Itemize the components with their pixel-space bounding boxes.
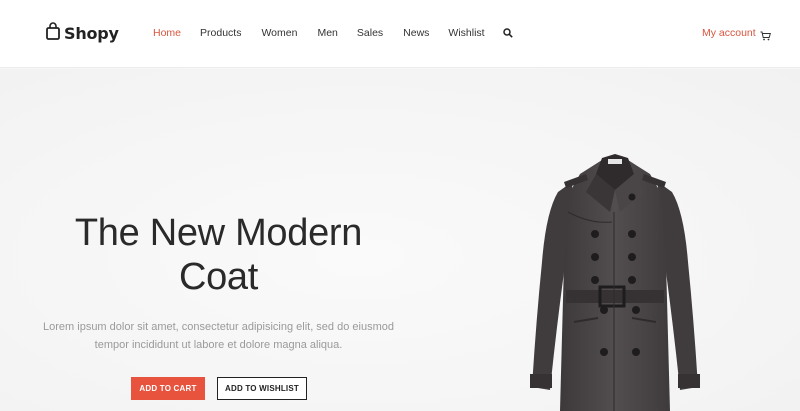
logo[interactable]: Shopy [46,22,119,45]
main-nav: Home Products Women Men Sales News Wishl… [153,27,513,39]
nav-item-women[interactable]: Women [261,27,297,39]
nav-item-news[interactable]: News [403,27,429,39]
shopping-bag-icon [46,22,60,45]
nav-item-products[interactable]: Products [200,27,241,39]
site-header: Shopy Home Products Women Men Sales News… [0,0,800,68]
search-icon[interactable] [502,28,513,38]
nav-item-wishlist[interactable]: Wishlist [448,27,484,39]
hero-description-line: Lorem ipsum dolor sit amet, consectetur … [43,321,394,333]
nav-item-sales[interactable]: Sales [357,27,383,39]
hero-description: Lorem ipsum dolor sit amet, consectetur … [38,318,399,354]
add-to-cart-button[interactable]: ADD TO CART [131,377,205,400]
my-account-link[interactable]: My account [702,27,756,39]
logo-text: Shopy [64,24,119,43]
product-image-coat [520,152,710,411]
nav-item-men[interactable]: Men [317,27,337,39]
nav-item-home[interactable]: Home [153,27,181,39]
hero-description-line: tempor incididunt ut labore et dolore ma… [94,339,343,351]
add-to-wishlist-button[interactable]: ADD TO WISHLIST [217,377,307,400]
hero-title-line: Coat [178,256,259,298]
cart-icon[interactable] [760,28,771,46]
hero-title-line: The New Modern [74,212,363,254]
hero-title: The New Modern Coat [40,211,397,299]
